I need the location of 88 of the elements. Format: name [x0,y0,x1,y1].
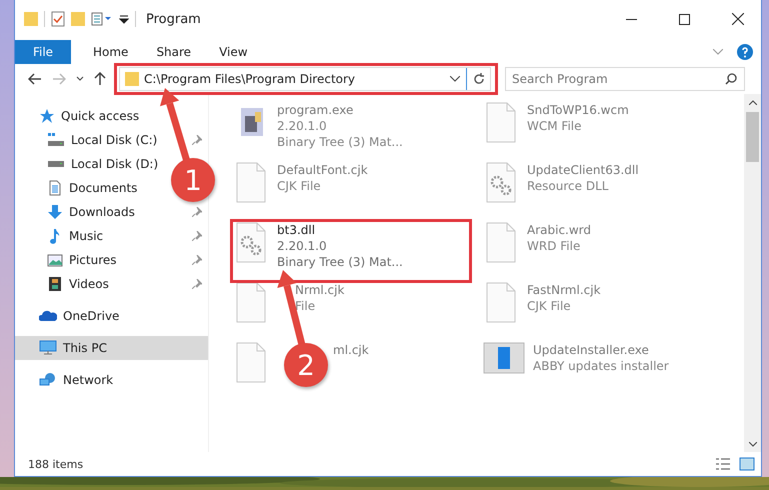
installer-icon [483,342,525,374]
drive-icon [47,161,65,167]
file-name: SndToWP16.wcm [527,102,629,118]
ribbon-tab[interactable]: View [205,40,262,64]
pin-icon [192,135,202,145]
chevron-down-icon [748,442,756,446]
checklist-icon[interactable] [51,11,65,27]
file-name: DefaultFont.cjk [277,162,368,178]
sidebar-label: This PC [63,341,108,355]
file-name: Nrml.cjk [295,282,344,298]
file-detail: ABBY updates installer [533,358,669,374]
file-name: ml.cjk [333,342,369,358]
sidebar-item[interactable]: Local Disk (C:) [15,128,208,152]
sidebar-label: Quick access [61,109,140,123]
star-icon [39,108,55,124]
dropdown-icon[interactable] [119,14,129,24]
file-detail: CJK File [277,178,322,194]
sidebar-item[interactable]: Local Disk (D:) [15,152,164,176]
sidebar-label: Pictures [69,253,118,267]
file-detail: 2.20.1.0 [277,238,328,254]
file-name: bt3.dll [277,222,316,238]
sidebar-item[interactable]: Videos [15,272,208,296]
sidebar-item[interactable]: Documents [15,176,144,200]
file-detail: Resource DLL [527,178,610,194]
forward-arrow-icon [52,73,66,85]
up-arrow-icon [94,72,106,86]
chevron-down-icon[interactable] [450,76,460,82]
ribbon-tab[interactable]: File [15,40,71,64]
window-title: Program [146,12,202,26]
file-detail: Binary Tree (3) Mat... [277,134,403,150]
large-icons-view-icon[interactable] [739,457,755,471]
folder-icon [125,71,139,87]
sidebar-item[interactable]: Quick access [15,104,146,128]
sidebar-label: Network [63,373,114,387]
ribbon-tab[interactable]: Home [79,40,142,64]
close-icon [732,13,744,25]
address-bar[interactable]: C:\Program Files\Program Directory [119,67,491,91]
folder-icon [24,11,38,27]
download-icon [47,204,63,220]
chevron-down-icon [76,76,84,82]
drive-icon [47,133,65,147]
file-detail: CJK File [527,298,572,314]
sidebar-label: Local Disk (D:) [71,157,158,171]
item-count: 188 items [28,458,84,470]
film-icon [47,276,63,292]
sidebar-label: Downloads [69,205,136,219]
pin-icon [192,231,202,241]
sidebar-item[interactable]: Music [15,224,208,248]
file-name: FastNrml.cjk [527,282,601,298]
sidebar-item[interactable]: Network [15,368,120,392]
scroll-thumb[interactable] [746,112,759,162]
file-detail: File [295,298,316,314]
help-icon[interactable] [737,44,753,60]
sidebar-item[interactable]: Pictures [15,248,208,272]
refresh-icon [472,73,484,85]
file-name: program.exe [277,102,354,118]
scrollbar[interactable] [744,94,761,452]
properties-icon[interactable] [91,12,113,26]
pictures-icon [47,252,63,268]
file-detail: WRD File [527,238,582,254]
pin-icon [192,255,202,265]
sidebar-label: Local Disk (C:) [71,133,158,147]
monitor-icon [39,340,57,356]
sidebar-label: OneDrive [63,309,120,323]
pin-icon [192,207,202,217]
chevron-up-icon [748,100,756,104]
file-detail: 2.20.1.0 [277,118,328,134]
pin-icon [192,279,202,289]
minimize-icon [626,18,637,20]
sidebar-item[interactable]: Downloads [15,200,208,224]
sidebar-label: Videos [69,277,110,291]
network-icon [39,372,57,388]
sidebar-item[interactable]: OneDrive [15,304,126,328]
file-name: Arabic.wrd [527,222,592,238]
details-view-icon[interactable] [715,457,731,471]
file-detail: WCM File [527,118,582,134]
cloud-icon [39,309,57,323]
back-arrow-icon [28,73,42,85]
file-detail: Binary Tree (3) Mat... [277,254,403,270]
sidebar-label: Music [69,229,104,243]
sidebar-label: Documents [69,181,138,195]
document-icon [47,180,63,196]
search-field[interactable]: Search Program [505,67,745,91]
ribbon-tab[interactable]: Share [142,40,206,64]
file-name: UpdateClient63.dll [527,162,639,178]
selected-sidebar-item[interactable]: This PC [15,336,208,360]
file-name: UpdateInstaller.exe [533,342,650,358]
maximize-icon [679,14,690,24]
